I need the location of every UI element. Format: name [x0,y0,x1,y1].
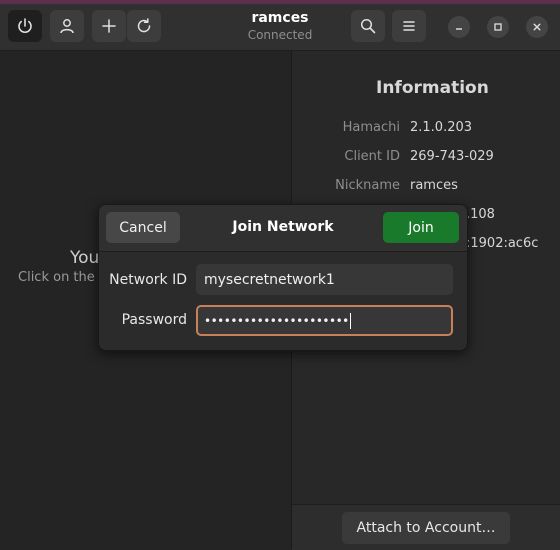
dialog-header: Cancel Join Network Join [99,205,467,252]
user-button[interactable] [50,10,84,42]
empty-state-subtitle: Click on the [18,270,95,285]
close-icon [533,23,541,31]
maximize-button[interactable] [487,16,509,38]
search-icon [360,18,376,34]
minimize-icon [456,28,462,30]
password-label: Password [121,312,187,328]
cancel-button[interactable]: Cancel [106,212,180,243]
info-label-client-id: Client ID [344,149,400,164]
network-id-value: mysecretnetwork1 [204,271,335,288]
network-id-field[interactable]: mysecretnetwork1 [196,264,453,295]
info-label-nickname: Nickname [335,178,400,193]
search-button[interactable] [351,10,385,42]
join-network-dialog: Cancel Join Network Join Network ID myse… [98,204,468,351]
bottom-bar: Attach to Account… [292,504,560,550]
password-field[interactable]: •••••••••••••••••••••• [196,305,453,336]
add-network-button[interactable] [92,10,126,42]
plus-icon [102,19,116,33]
connection-status: Connected [247,28,313,42]
refresh-button[interactable] [127,10,161,42]
window-title-block: ramces Connected [220,10,340,42]
info-value-nickname: ramces [410,178,458,193]
information-title: Information [376,78,489,98]
user-icon [60,19,74,34]
password-value: •••••••••••••••••••••• [204,313,349,328]
attach-to-account-button[interactable]: Attach to Account… [342,512,510,544]
power-button[interactable] [8,10,42,42]
maximize-icon [494,23,502,31]
power-icon [18,18,32,33]
header-bar: ramces Connected [0,4,560,51]
network-id-label: Network ID [109,272,187,288]
empty-state-title: You [70,248,100,268]
info-value-ipv6: :1902:ac6c [466,236,539,251]
minimize-button[interactable] [448,16,470,38]
dialog-title: Join Network [232,219,334,235]
main-menu-button[interactable] [392,10,426,42]
close-button[interactable] [526,16,548,38]
info-value-hamachi: 2.1.0.203 [410,120,473,135]
info-label-hamachi: Hamachi [342,120,400,135]
menu-icon [403,21,415,31]
refresh-icon [137,18,151,33]
info-value-client-id: 269-743-029 [410,149,494,164]
window-title: ramces [251,10,309,26]
join-button[interactable]: Join [383,212,459,243]
info-value-ipv4: .108 [466,207,495,222]
text-caret [349,312,351,329]
